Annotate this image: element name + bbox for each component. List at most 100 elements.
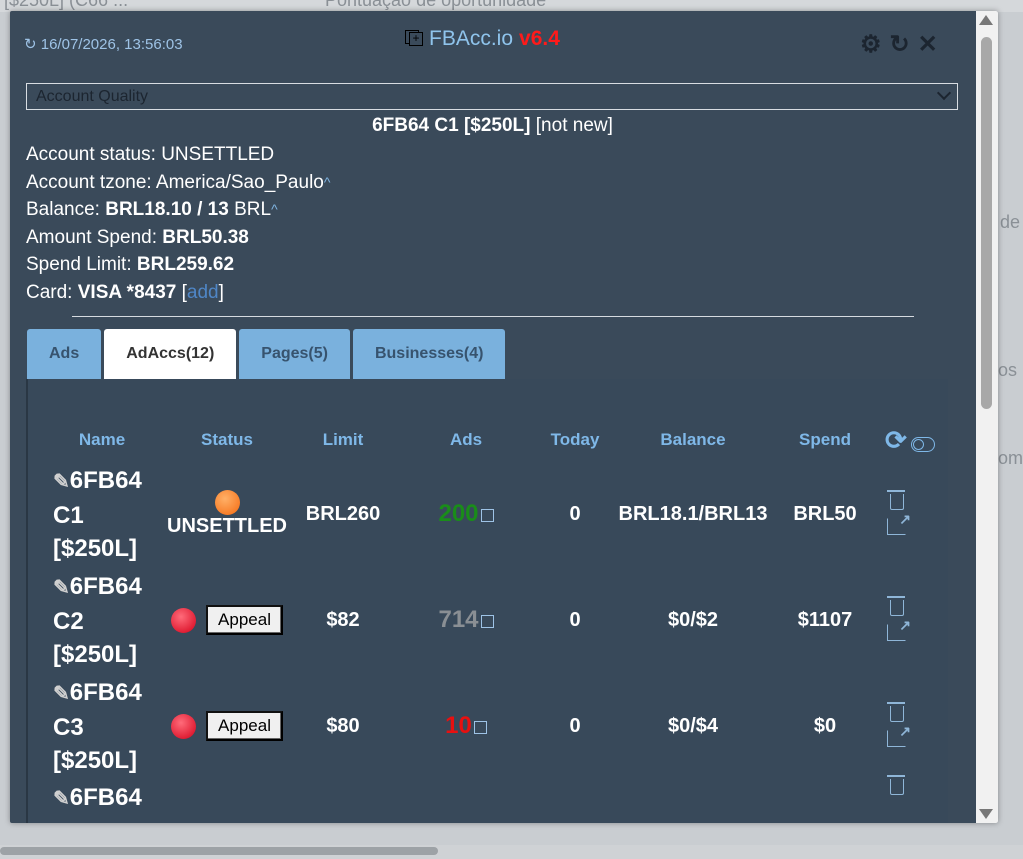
appeal-button[interactable]: Appeal (206, 711, 283, 741)
close-icon[interactable]: ✕ (918, 30, 938, 59)
name-text: 6FB64 (69, 678, 142, 706)
today-cell: 0 (569, 608, 581, 631)
name-text: [$250L] (53, 534, 138, 562)
external-link-icon[interactable] (480, 615, 494, 629)
scroll-up-arrow-icon[interactable] (979, 15, 993, 25)
toggle-icon[interactable] (910, 436, 935, 452)
status-text: UNSETTLED (167, 515, 287, 537)
popup-scrollbar[interactable] (976, 11, 998, 823)
tab-pages[interactable]: Pages(5) (239, 329, 350, 379)
amount-spend-value: BRL50.38 (162, 226, 249, 248)
col-limit[interactable]: Limit (287, 419, 399, 461)
balance-cell: BRL18.1/BRL13 (618, 502, 768, 525)
edit-pencil-icon[interactable]: ✎ (53, 683, 70, 705)
header-tools: ⚙ ↻ ✕ (860, 30, 938, 59)
name-text: [$250L] (53, 746, 138, 774)
tab-adaccs[interactable]: AdAccs(12) (104, 329, 237, 379)
chevron-down-icon (936, 85, 952, 101)
background-text: Pontuação de oportunidade (325, 0, 547, 10)
spend-cell: $0 (813, 714, 837, 737)
settings-gear-icon[interactable]: ⚙ (860, 30, 882, 59)
col-name[interactable]: Name (37, 419, 167, 461)
popup-scroll-thumb[interactable] (981, 37, 992, 409)
trash-icon[interactable] (887, 701, 905, 722)
table-row: ✎6FB64 C3 [$250L] Appeal $80 10 0 $0/$4 $0 (37, 673, 955, 779)
background-text: [$250L] (C66 ... (4, 0, 129, 10)
col-actions: ⟳ (881, 419, 955, 461)
account-name: 6FB64 C1 [$250L] (372, 115, 531, 136)
balance-line: Balance: BRL18.10 / 13 BRL^ (26, 196, 330, 224)
label: Account status: (26, 144, 162, 165)
status-cell: UNSETTLED (167, 461, 287, 567)
open-link-icon[interactable] (887, 723, 911, 747)
account-status-line: Account status: UNSETTLED (26, 141, 330, 169)
table-row: ✎6FB64 C2 [$250L] Appeal $82 714 0 $0/$2 $… (37, 567, 955, 673)
col-spend[interactable]: Spend (769, 419, 881, 461)
ads-cell[interactable]: 200 (399, 461, 533, 567)
name-text: 6FB64 (69, 466, 142, 494)
actions-cell (881, 567, 955, 673)
card-value: VISA *8437 (77, 281, 177, 303)
ads-count[interactable]: 200 (438, 500, 478, 527)
spend-limit-line: Spend Limit: BRL259.62 (26, 251, 330, 279)
appeal-button[interactable]: Appeal (206, 605, 283, 635)
scroll-down-arrow-icon[interactable] (979, 809, 993, 819)
ads-cell[interactable]: 10 (399, 673, 533, 779)
tab-businesses[interactable]: Businesses(4) (352, 329, 506, 379)
account-name-cell[interactable]: ✎6FB64 (37, 779, 167, 823)
balance-value: BRL18.10 / 13 (105, 199, 229, 220)
external-link-icon[interactable] (480, 509, 494, 523)
brand[interactable]: FBAcc.io v6.4 (405, 27, 560, 51)
limit-cell: $80 (326, 714, 360, 737)
spend-limit-value: BRL259.62 (136, 254, 235, 275)
trash-icon[interactable] (887, 595, 905, 616)
adaccounts-table: Name Status Limit Ads Today Balance Spen… (37, 419, 955, 823)
spend-cell: BRL50 (793, 502, 857, 525)
sync-icon[interactable]: ⟳ (885, 425, 907, 455)
col-status[interactable]: Status (167, 419, 287, 461)
label: Amount Spend: (26, 226, 163, 248)
reload-icon[interactable]: ↻ (890, 30, 910, 59)
edit-pencil-icon[interactable]: ✎ (53, 471, 70, 493)
limit-cell: BRL260 (305, 502, 381, 525)
amount-spend-line: Amount Spend: BRL50.38 (26, 224, 330, 252)
ads-count[interactable]: 10 (445, 712, 472, 739)
brand-logo-icon (405, 30, 423, 48)
table-header-row: Name Status Limit Ads Today Balance Spen… (37, 419, 955, 461)
label: Balance: (26, 199, 106, 220)
balance-currency: BRL (228, 199, 272, 220)
add-card-link[interactable]: add (187, 282, 219, 303)
balance-cell: $0/$2 (667, 608, 719, 631)
brand-name[interactable]: FBAcc.io (429, 27, 513, 51)
page-scroll-thumb[interactable] (0, 847, 438, 855)
account-new-flag: [not new] (535, 115, 613, 136)
col-today[interactable]: Today (533, 419, 617, 461)
trash-icon[interactable] (887, 775, 905, 795)
edit-pencil-icon[interactable]: ✎ (53, 577, 70, 599)
tab-ads[interactable]: Ads (27, 329, 102, 379)
page-horizontal-scrollbar[interactable] (0, 845, 1023, 859)
tzone-expand-caret[interactable]: ^ (324, 174, 331, 190)
trash-icon[interactable] (887, 489, 905, 510)
col-balance[interactable]: Balance (617, 419, 769, 461)
account-name-cell[interactable]: ✎6FB64 C2 [$250L] (37, 567, 167, 673)
view-select[interactable]: Account Quality (26, 83, 958, 110)
refresh-small-icon[interactable]: ↻ (24, 36, 37, 53)
divider (72, 316, 914, 317)
card-line: Card: VISA *8437 [add] (26, 281, 224, 303)
open-link-icon[interactable] (887, 617, 911, 641)
limit-cell: $82 (326, 608, 360, 631)
ads-count[interactable]: 714 (438, 606, 478, 633)
account-name-cell[interactable]: ✎6FB64 C3 [$250L] (37, 673, 167, 779)
status-dot-icon (171, 713, 197, 739)
open-link-icon[interactable] (887, 511, 911, 535)
balance-expand-caret[interactable]: ^ (271, 201, 278, 217)
external-link-icon[interactable] (473, 721, 487, 735)
account-name-cell[interactable]: ✎6FB64 C1 [$250L] (37, 461, 167, 567)
background-text: os (998, 360, 1018, 380)
ads-cell[interactable]: 714 (399, 567, 533, 673)
col-ads[interactable]: Ads (399, 419, 533, 461)
background-text: de (1000, 212, 1021, 232)
edit-pencil-icon[interactable]: ✎ (53, 788, 70, 810)
table-row: ✎6FB64 C1 [$250L] UNSETTLED BRL260 200 0 B… (37, 461, 955, 567)
